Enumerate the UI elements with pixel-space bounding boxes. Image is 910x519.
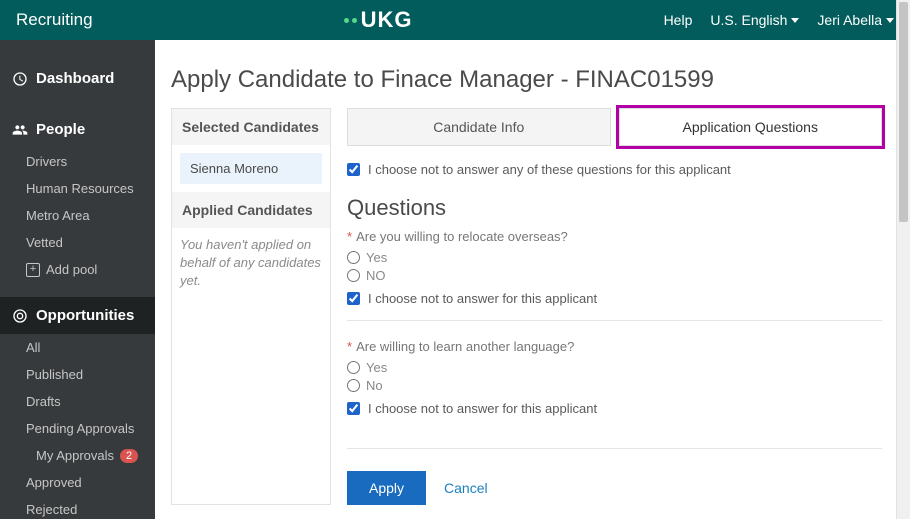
nav-people-metro[interactable]: Metro Area (0, 202, 155, 229)
applied-candidates-head: Applied Candidates (172, 192, 330, 228)
nav-dashboard-label: Dashboard (36, 70, 114, 87)
app-brand: Recruiting (16, 10, 93, 30)
nav-item-label: Drivers (26, 154, 67, 169)
questions-heading: Questions (347, 195, 882, 221)
locale-dropdown[interactable]: U.S. English (710, 12, 799, 28)
candidates-panel: Selected Candidates Sienna Moreno Applie… (171, 108, 331, 505)
nav-opp-my-approvals[interactable]: My Approvals 2 (0, 442, 155, 469)
nav-opportunities[interactable]: Opportunities (0, 297, 155, 334)
user-label: Jeri Abella (817, 12, 882, 28)
option-label: Yes (366, 250, 387, 265)
tab-candidate-info[interactable]: Candidate Info (347, 108, 611, 146)
nav-item-label: Human Resources (26, 181, 134, 196)
main-content: Apply Candidate to Finace Manager - FINA… (155, 40, 910, 519)
q2-radio-no[interactable] (347, 379, 360, 392)
nav-item-label: Pending Approvals (26, 421, 134, 436)
page-title: Apply Candidate to Finace Manager - FINA… (171, 66, 882, 94)
question-1: * Are you willing to relocate overseas? Y… (347, 229, 882, 321)
caret-down-icon (791, 18, 799, 23)
apply-button[interactable]: Apply (347, 471, 426, 505)
nav-opp-approved[interactable]: Approved (0, 469, 155, 496)
nav-people[interactable]: People (0, 111, 155, 148)
logo-area: UKG (93, 7, 664, 33)
nav-opportunities-label: Opportunities (36, 307, 134, 324)
cancel-button[interactable]: Cancel (444, 480, 488, 496)
q1-option-yes[interactable]: Yes (347, 250, 882, 265)
vertical-scrollbar[interactable] (896, 0, 910, 519)
nav-opp-published[interactable]: Published (0, 361, 155, 388)
question-1-text: * Are you willing to relocate overseas? (347, 229, 882, 244)
nav-dashboard[interactable]: Dashboard (0, 60, 155, 97)
q1-radio-yes[interactable] (347, 251, 360, 264)
q2-skip-row[interactable]: I choose not to answer for this applican… (347, 401, 882, 416)
form-actions: Apply Cancel (347, 471, 882, 505)
user-dropdown[interactable]: Jeri Abella (817, 12, 894, 28)
option-label: NO (366, 268, 386, 283)
q2-option-yes[interactable]: Yes (347, 360, 882, 375)
tabs: Candidate Info Application Questions (347, 108, 882, 146)
top-bar: Recruiting UKG Help U.S. English Jeri Ab… (0, 0, 910, 40)
q2-option-no[interactable]: No (347, 378, 882, 393)
skip-all-checkbox[interactable] (347, 163, 360, 176)
nav-opp-all[interactable]: All (0, 334, 155, 361)
nav-opp-drafts[interactable]: Drafts (0, 388, 155, 415)
logo-dots-icon (344, 18, 357, 23)
question-2: *Are willing to learn another language? … (347, 339, 882, 430)
nav-people-label: People (36, 121, 85, 138)
question-text-label: Are willing to learn another language? (356, 339, 574, 354)
nav-item-label: Rejected (26, 502, 77, 517)
required-icon: * (347, 229, 352, 244)
skip-all-label: I choose not to answer any of these ques… (368, 162, 731, 177)
help-link[interactable]: Help (664, 12, 693, 28)
selected-candidates-head: Selected Candidates (172, 109, 330, 145)
nav-opp-rejected[interactable]: Rejected (0, 496, 155, 519)
skip-all-row[interactable]: I choose not to answer any of these ques… (347, 162, 882, 177)
nav-item-label: Drafts (26, 394, 61, 409)
q1-skip-checkbox[interactable] (347, 292, 360, 305)
applied-empty-text: You haven't applied on behalf of any can… (180, 236, 322, 291)
nav-item-label: Approved (26, 475, 82, 490)
logo-text: UKG (361, 7, 413, 33)
option-label: No (366, 378, 383, 393)
option-label: Yes (366, 360, 387, 375)
nav-item-label: Metro Area (26, 208, 90, 223)
nav-item-label: All (26, 340, 40, 355)
q1-option-no[interactable]: NO (347, 268, 882, 283)
q2-radio-yes[interactable] (347, 361, 360, 374)
q1-skip-row[interactable]: I choose not to answer for this applican… (347, 291, 882, 306)
nav-add-pool-label: Add pool (46, 262, 97, 277)
form-content: Candidate Info Application Questions I c… (347, 108, 882, 505)
nav-people-drivers[interactable]: Drivers (0, 148, 155, 175)
q2-skip-checkbox[interactable] (347, 402, 360, 415)
question-2-text: * Are willing to learn another language? (347, 339, 882, 354)
scroll-thumb[interactable] (899, 2, 908, 222)
q2-skip-label: I choose not to answer for this applican… (368, 401, 597, 416)
ukg-logo: UKG (344, 7, 413, 33)
approvals-badge: 2 (120, 449, 138, 463)
people-icon (12, 122, 28, 138)
locale-label: U.S. English (710, 12, 787, 28)
q1-radio-no[interactable] (347, 269, 360, 282)
target-icon (12, 308, 28, 324)
clock-icon (12, 71, 28, 87)
nav-item-label: My Approvals (36, 448, 114, 463)
nav-people-vetted[interactable]: Vetted (0, 229, 155, 256)
nav-item-label: Published (26, 367, 83, 382)
question-text-label: Are you willing to relocate overseas? (356, 229, 568, 244)
nav-add-pool[interactable]: + Add pool (0, 256, 155, 283)
top-menu: Help U.S. English Jeri Abella (664, 12, 894, 28)
q1-skip-label: I choose not to answer for this applican… (368, 291, 597, 306)
nav-people-hr[interactable]: Human Resources (0, 175, 155, 202)
tab-application-questions[interactable]: Application Questions (619, 108, 883, 146)
nav-item-label: Vetted (26, 235, 63, 250)
sidebar: Dashboard People Drivers Human Resources… (0, 40, 155, 519)
help-label: Help (664, 12, 693, 28)
plus-icon: + (26, 263, 40, 277)
nav-opp-pending[interactable]: Pending Approvals (0, 415, 155, 442)
caret-down-icon (886, 18, 894, 23)
selected-candidate-chip[interactable]: Sienna Moreno (180, 153, 322, 184)
required-icon: * (347, 339, 352, 354)
